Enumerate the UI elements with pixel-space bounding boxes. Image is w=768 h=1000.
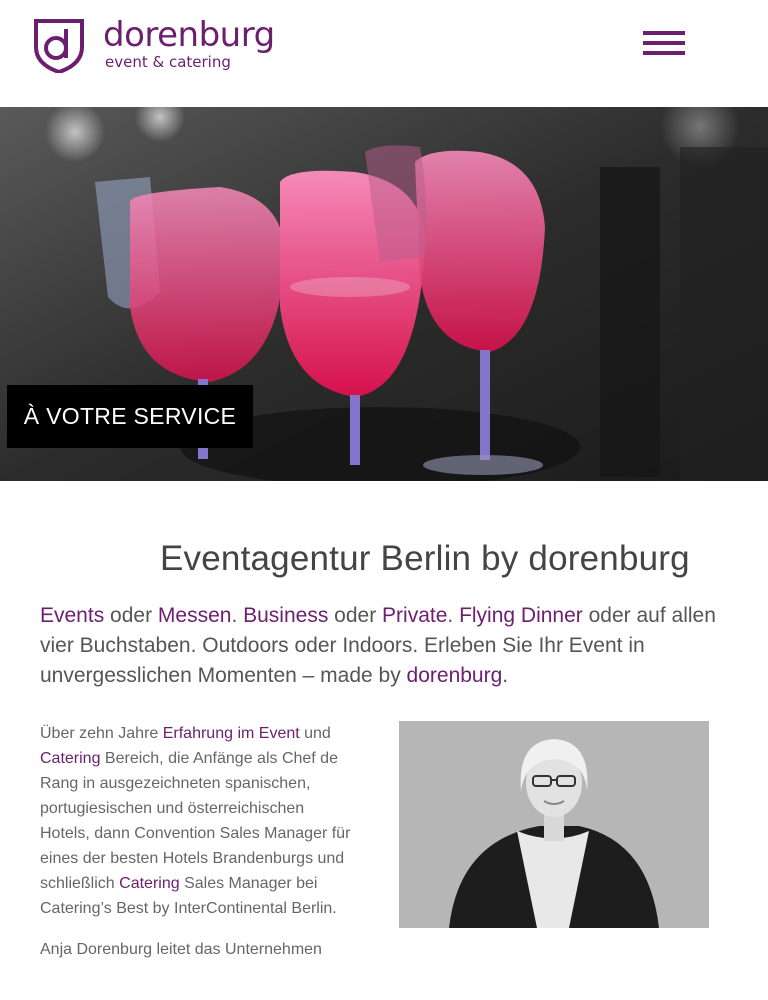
shield-logo-icon (34, 19, 84, 73)
bio-paragraph: Über zehn Jahre Erfahrung im Event und C… (40, 721, 352, 921)
text-segment: . (502, 664, 509, 687)
brand-name: dorenburg (103, 15, 275, 55)
a-votre-service-button[interactable]: À VOTRE SERVICE (7, 385, 253, 448)
page-title: Eventagentur Berlin by dorenburg (160, 539, 690, 578)
highlight-link[interactable]: Private (382, 604, 447, 627)
text-segment: oder (328, 604, 383, 627)
text-segment: Über zehn Jahre (40, 725, 163, 742)
text-segment: Anja Dorenburg leitet das Unternehmen (40, 941, 322, 958)
hamburger-menu-icon[interactable] (643, 31, 685, 58)
hero-banner: À VOTRE SERVICE (0, 107, 768, 481)
highlight-link[interactable]: Erfahrung im Event (163, 725, 300, 742)
highlight-link[interactable]: Catering (119, 875, 179, 892)
highlight-link[interactable]: Events (40, 604, 104, 627)
site-logo[interactable]: dorenburg event & catering (33, 17, 275, 73)
highlight-link[interactable]: dorenburg (407, 664, 503, 687)
brand-tagline: event & catering (105, 53, 231, 71)
bio-text: Über zehn Jahre Erfahrung im Event und C… (40, 721, 352, 962)
text-segment: und (299, 725, 331, 742)
highlight-link[interactable]: Flying Dinner (459, 604, 583, 627)
text-segment: oder (104, 604, 158, 627)
main-content: Eventagentur Berlin by dorenburg Events … (0, 539, 768, 962)
bio-paragraph: Anja Dorenburg leitet das Unternehmen (40, 937, 352, 962)
highlight-link[interactable]: Messen (158, 604, 232, 627)
portrait-photo (399, 721, 709, 928)
highlight-link[interactable]: Catering (40, 750, 100, 767)
text-segment: . (447, 604, 460, 627)
logo-text: dorenburg event & catering (103, 17, 275, 71)
about-section: Über zehn Jahre Erfahrung im Event und C… (40, 721, 728, 962)
text-segment: . (231, 604, 244, 627)
highlight-link[interactable]: Business (243, 604, 328, 627)
intro-text: Events oder Messen. Business oder Privat… (40, 601, 720, 691)
text-segment: Bereich, die Anfänge als Chef de Rang in… (40, 750, 351, 892)
site-header: dorenburg event & catering (0, 0, 768, 107)
